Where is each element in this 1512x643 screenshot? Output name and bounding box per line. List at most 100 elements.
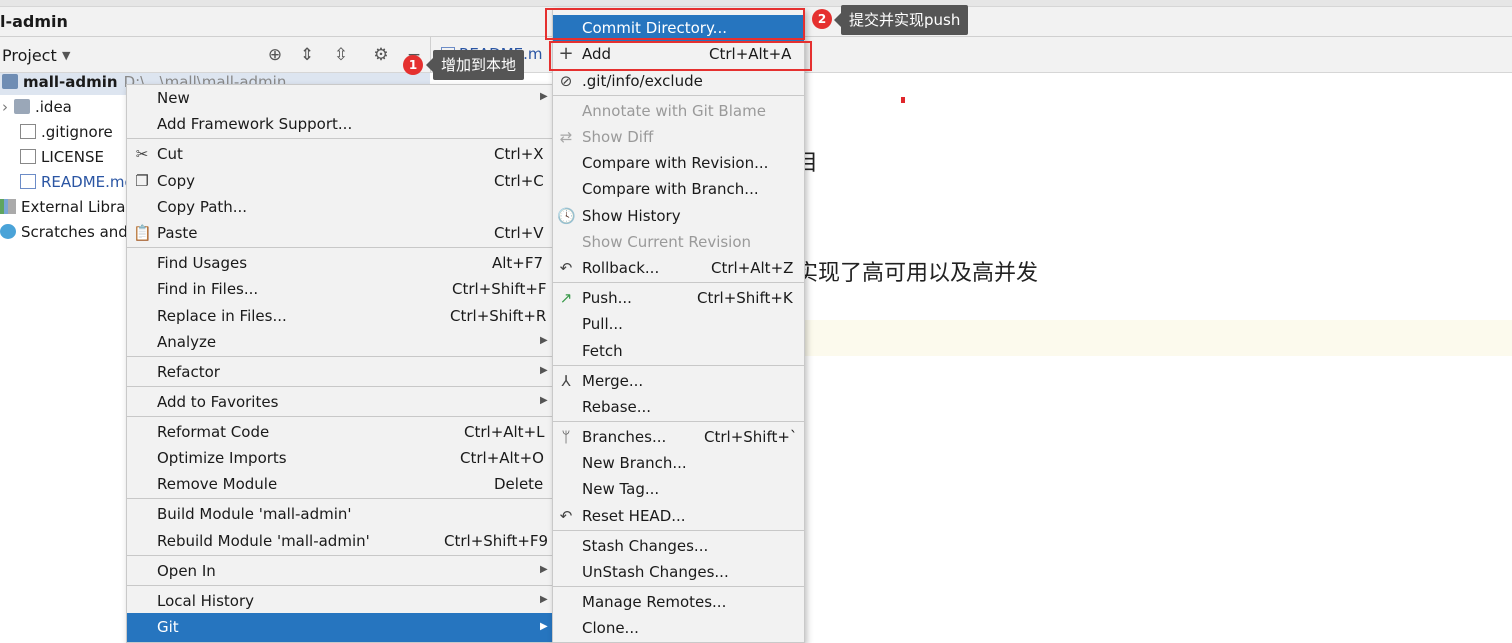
scratches-icon	[0, 224, 16, 239]
project-view-label[interactable]: Project	[2, 46, 57, 65]
menu-item-annotate-git-blame[interactable]: Annotate with Git Blame	[553, 98, 804, 124]
menu-item-rebuild-module[interactable]: Rebuild Module 'mall-admin' Ctrl+Shift+F9	[127, 528, 552, 554]
tree-item-external-libraries[interactable]: External Librari	[0, 198, 136, 220]
menu-item-stash-changes[interactable]: Stash Changes...	[553, 533, 804, 559]
menu-item-unstash-changes[interactable]: UnStash Changes...	[553, 559, 804, 585]
menu-item-branches[interactable]: ᛘ Branches... Ctrl+Shift+`	[553, 424, 804, 450]
menu-item-copy-path[interactable]: Copy Path...	[127, 194, 552, 220]
menu-item-reformat-code[interactable]: Reformat Code Ctrl+Alt+L	[127, 419, 552, 445]
menu-item-pull[interactable]: Pull...	[553, 311, 804, 337]
menu-item-new[interactable]: New ▶	[127, 85, 552, 111]
menu-separator	[127, 247, 552, 248]
menu-item-find-in-files[interactable]: Find in Files... Ctrl+Shift+F	[127, 276, 552, 302]
menu-item-refactor[interactable]: Refactor ▶	[127, 359, 552, 385]
tree-item-label: mall-admin	[23, 73, 118, 91]
menu-item-label: Rebuild Module 'mall-admin'	[157, 532, 370, 550]
menu-item-label: Compare with Revision...	[582, 154, 769, 172]
folder-icon	[14, 99, 30, 114]
menu-item-add-to-favorites[interactable]: Add to Favorites ▶	[127, 389, 552, 415]
locate-icon[interactable]: ⊕	[264, 44, 286, 66]
chevron-right-icon[interactable]: ›	[2, 98, 8, 116]
menu-item-remove-module[interactable]: Remove Module Delete	[127, 471, 552, 497]
menu-separator	[553, 421, 804, 422]
menu-item-manage-remotes[interactable]: Manage Remotes...	[553, 589, 804, 615]
menu-item-paste[interactable]: 📋 Paste Ctrl+V	[127, 220, 552, 246]
menu-item-label: Optimize Imports	[157, 449, 287, 467]
menu-item-find-usages[interactable]: Find Usages Alt+F7	[127, 250, 552, 276]
menu-item-label: UnStash Changes...	[582, 563, 729, 581]
chevron-down-icon[interactable]: ▼	[62, 49, 70, 62]
menu-separator	[127, 356, 552, 357]
menu-item-analyze[interactable]: Analyze ▶	[127, 329, 552, 355]
merge-icon: ⅄	[561, 372, 571, 390]
menu-item-cut[interactable]: ✂ Cut Ctrl+X	[127, 141, 552, 167]
scissors-icon: ✂	[135, 145, 149, 163]
menu-item-clone[interactable]: Clone...	[553, 615, 804, 641]
menu-item-open-in[interactable]: Open In ▶	[127, 558, 552, 584]
menu-item-rebase[interactable]: Rebase...	[553, 394, 804, 420]
menu-item-label: Stash Changes...	[582, 537, 709, 555]
menu-item-add-framework-support[interactable]: Add Framework Support...	[127, 111, 552, 137]
expand-all-icon[interactable]: ⇕	[296, 44, 318, 66]
menu-item-label: .git/info/exclude	[582, 72, 703, 90]
menu-item-replace-in-files[interactable]: Replace in Files... Ctrl+Shift+R	[127, 303, 552, 329]
submenu-arrow-icon: ▶	[540, 365, 548, 376]
menu-item-rollback[interactable]: ↶ Rollback... Ctrl+Alt+Z	[553, 255, 804, 281]
annotation-box-commit	[545, 8, 805, 40]
annotation-badge-1: 1	[403, 55, 423, 75]
menu-separator	[553, 530, 804, 531]
copy-icon: ❐	[135, 172, 149, 190]
file-icon	[20, 124, 36, 139]
menu-separator	[553, 586, 804, 587]
tree-item-readme[interactable]: README.mo	[20, 173, 134, 195]
menu-item-label: Find in Files...	[157, 280, 259, 298]
tree-item-gitignore[interactable]: .gitignore	[20, 123, 113, 145]
menu-item-compare-with-revision[interactable]: Compare with Revision...	[553, 150, 804, 176]
collapse-all-icon[interactable]: ⇳	[330, 44, 352, 66]
tree-item-label: Scratches and C	[21, 223, 144, 241]
menu-item-reset-head[interactable]: ↶ Reset HEAD...	[553, 503, 804, 529]
tree-item-license[interactable]: LICENSE	[20, 148, 104, 170]
menu-item-git-info-exclude[interactable]: ⊘ .git/info/exclude	[553, 68, 804, 94]
clipboard-icon: 📋	[133, 224, 152, 242]
tree-item-idea[interactable]: › .idea	[2, 98, 72, 120]
menu-item-merge[interactable]: ⅄ Merge...	[553, 368, 804, 394]
menu-item-push[interactable]: ↗ Push... Ctrl+Shift+K	[553, 285, 804, 311]
menu-item-fetch[interactable]: Fetch	[553, 338, 804, 364]
tree-item-label: README.mo	[41, 173, 134, 191]
tree-item-label: .gitignore	[41, 123, 113, 141]
menu-item-label: Rollback...	[582, 259, 660, 277]
top-strip	[0, 0, 1512, 7]
clock-icon: 🕓	[557, 207, 576, 225]
menu-item-label: Show History	[582, 207, 681, 225]
menu-item-git[interactable]: Git ▶	[127, 613, 552, 642]
gear-icon[interactable]: ⚙	[370, 44, 392, 66]
submenu-arrow-icon: ▶	[540, 594, 548, 605]
menu-item-show-history[interactable]: 🕓 Show History	[553, 203, 804, 229]
menu-item-build-module[interactable]: Build Module 'mall-admin'	[127, 501, 552, 527]
project-context-menu: New ▶ Add Framework Support... ✂ Cut Ctrl+X…	[126, 84, 553, 643]
menu-item-label: Manage Remotes...	[582, 593, 727, 611]
menu-item-optimize-imports[interactable]: Optimize Imports Ctrl+Alt+O	[127, 445, 552, 471]
menu-item-new-tag[interactable]: New Tag...	[553, 476, 804, 502]
annotation-callout-2: 提交并实现push	[833, 5, 969, 35]
menu-item-label: Rebase...	[582, 398, 652, 416]
menu-item-label: Local History	[157, 592, 255, 610]
menu-item-show-current-revision[interactable]: Show Current Revision	[553, 229, 804, 255]
menu-item-compare-with-branch[interactable]: Compare with Branch...	[553, 176, 804, 202]
tree-item-scratches[interactable]: Scratches and C	[0, 223, 143, 245]
menu-item-show-diff[interactable]: ⇄ Show Diff	[553, 124, 804, 150]
menu-item-label: Copy	[157, 172, 196, 190]
menu-item-label: Reset HEAD...	[582, 507, 686, 525]
menu-item-new-branch[interactable]: New Branch...	[553, 450, 804, 476]
branch-icon: ᛘ	[561, 428, 571, 446]
library-icon	[0, 199, 16, 214]
editor-text-line-2: 实现了高可用以及高并发	[796, 261, 1039, 286]
submenu-arrow-icon: ▶	[540, 564, 548, 575]
menu-item-shortcut: Ctrl+Shift+R	[450, 307, 547, 325]
menu-item-label: Build Module 'mall-admin'	[157, 505, 352, 523]
menu-item-local-history[interactable]: Local History ▶	[127, 588, 552, 614]
menu-item-copy[interactable]: ❐ Copy Ctrl+C	[127, 168, 552, 194]
menu-item-label: Push...	[582, 289, 632, 307]
push-arrow-icon: ↗	[559, 289, 573, 307]
